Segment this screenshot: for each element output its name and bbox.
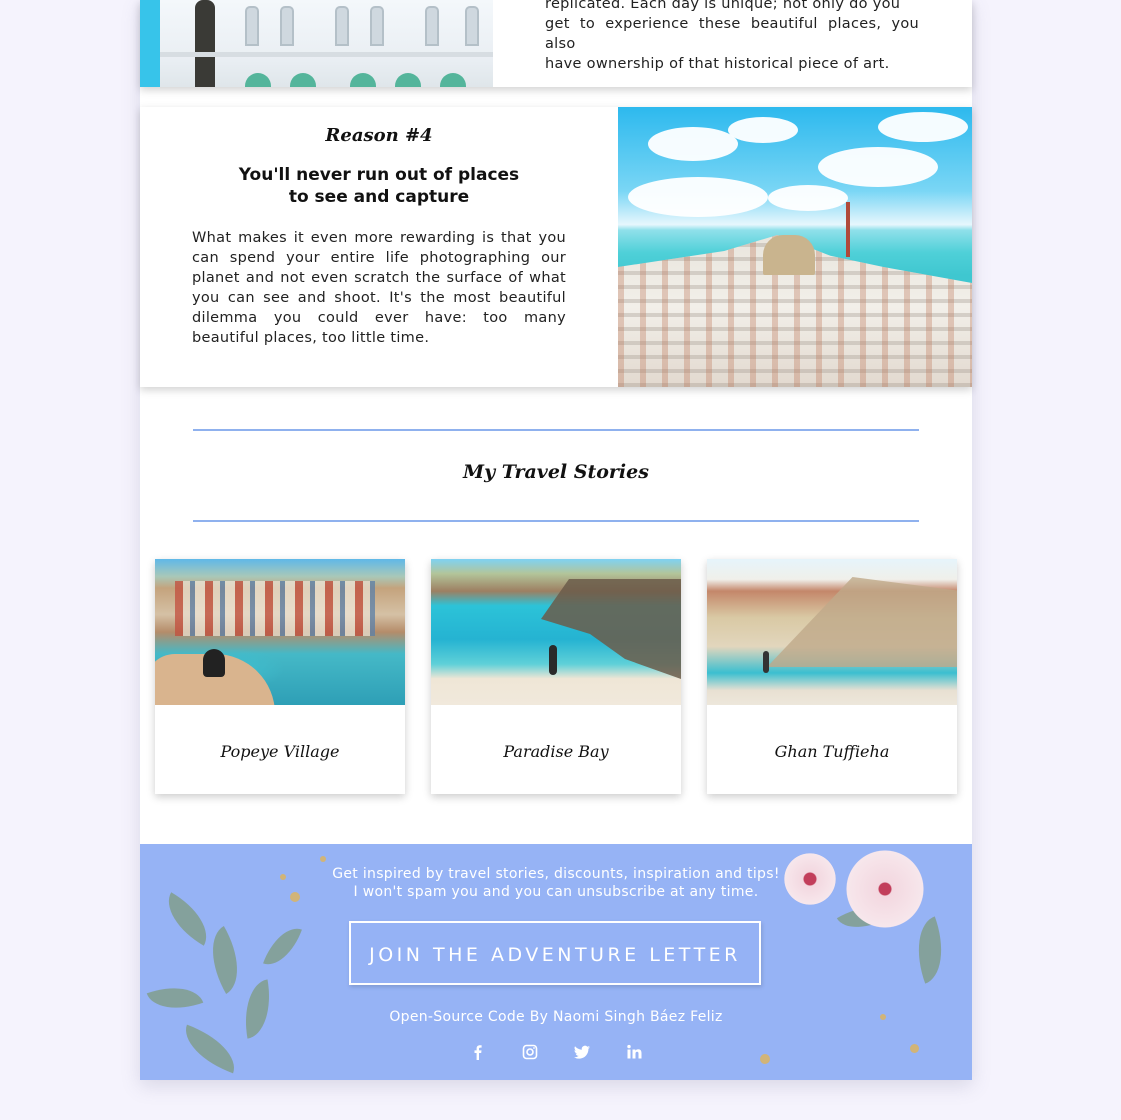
reason-3-body: replicated. Each day is unique; not only… — [545, 0, 919, 72]
story-label: Paradise Bay — [503, 742, 609, 761]
reason-subtitle: You'll never run out of places to see an… — [238, 165, 520, 207]
story-card-popeye-village[interactable]: Popeye Village — [155, 559, 405, 794]
twitter-icon[interactable] — [572, 1044, 592, 1064]
story-card-paradise-bay[interactable]: Paradise Bay — [431, 559, 681, 794]
bottom-divider — [193, 520, 919, 522]
story-image — [707, 559, 957, 705]
story-card-ghan-tuffieha[interactable]: Ghan Tuffieha — [707, 559, 957, 794]
building-photo — [140, 0, 493, 87]
story-label: Popeye Village — [220, 742, 340, 761]
story-image — [155, 559, 405, 705]
facebook-icon[interactable] — [468, 1044, 488, 1064]
reason-3-card: replicated. Each day is unique; not only… — [140, 0, 972, 87]
newsletter-footer: Get inspired by travel stories, discount… — [140, 844, 972, 1080]
story-image — [431, 559, 681, 705]
top-divider — [193, 429, 919, 431]
credit-text: Open-Source Code By Naomi Singh Báez Fel… — [389, 1009, 723, 1025]
reason-4-card: Reason #4 You'll never run out of places… — [140, 107, 972, 387]
newsletter-page: replicated. Each day is unique; not only… — [140, 0, 972, 1080]
instagram-icon[interactable] — [520, 1044, 540, 1064]
reason-title: Reason #4 — [325, 125, 433, 146]
story-label: Ghan Tuffieha — [774, 742, 890, 761]
linkedin-icon[interactable] — [624, 1044, 644, 1064]
reason-body: What makes it even more rewarding is tha… — [192, 230, 566, 346]
section-title: My Travel Stories — [463, 461, 649, 483]
subscribe-blurb: Get inspired by travel stories, discount… — [332, 866, 780, 900]
city-photo — [618, 107, 972, 387]
join-newsletter-button[interactable]: JOIN THE ADVENTURE LETTER — [349, 921, 761, 985]
